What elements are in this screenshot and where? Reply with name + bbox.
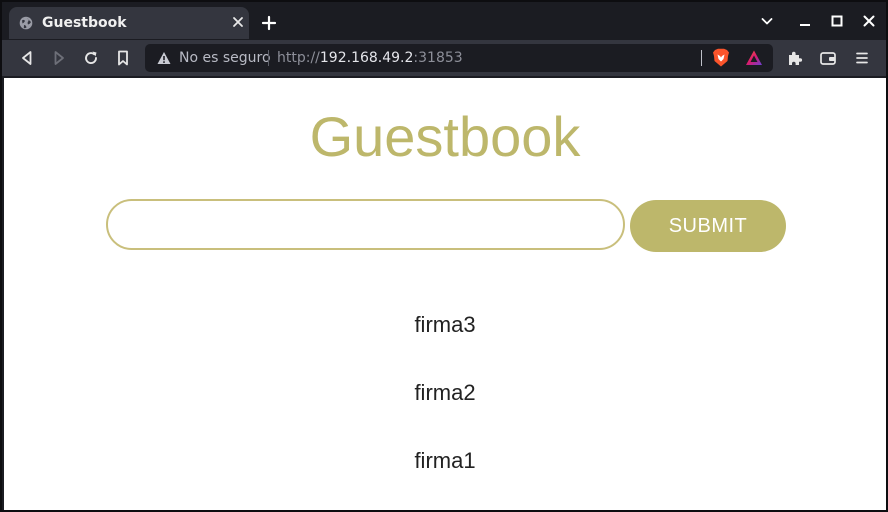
page-title: Guestbook [309, 105, 581, 168]
security-label[interactable]: No es seguro [179, 50, 271, 66]
warning-icon[interactable] [157, 51, 171, 65]
page-content: Guestbook SUBMIT firma3 firma2 firma1 [4, 78, 886, 510]
list-item: firma1 [414, 448, 476, 473]
url-host: 192.168.49.2 [319, 50, 414, 66]
back-icon[interactable] [18, 49, 36, 67]
maximize-icon[interactable] [830, 14, 844, 28]
rewards-triangle-icon[interactable] [745, 49, 763, 67]
plus-icon[interactable] [261, 15, 277, 31]
close-icon[interactable] [231, 15, 245, 29]
list-item: firma3 [414, 312, 476, 337]
hamburger-icon[interactable] [853, 49, 871, 67]
close-window-icon[interactable] [862, 14, 876, 28]
forward-icon[interactable] [50, 49, 68, 67]
address-divider-right [701, 50, 702, 66]
tab-title: Guestbook [42, 15, 127, 31]
list-item: firma2 [414, 380, 476, 405]
url-scheme: http:// [277, 50, 320, 66]
tab-guestbook[interactable]: Guestbook [9, 7, 249, 39]
url-port: :31853 [413, 50, 463, 66]
puzzle-icon[interactable] [786, 49, 804, 67]
brave-lion-icon[interactable] [712, 48, 730, 68]
globe-icon [19, 16, 33, 30]
tab-strip: Guestbook [2, 2, 886, 40]
reload-icon[interactable] [82, 49, 100, 67]
guestbook-entry-input[interactable] [106, 199, 625, 250]
browser-window: Guestbook No es seguro http://192.168.49… [0, 0, 888, 512]
wallet-icon[interactable] [819, 49, 837, 67]
browser-toolbar: No es seguro http://192.168.49.2:31853 [2, 40, 886, 76]
chevron-down-icon[interactable] [760, 14, 774, 28]
submit-button[interactable]: SUBMIT [630, 200, 786, 252]
address-bar[interactable]: No es seguro http://192.168.49.2:31853 [145, 44, 773, 72]
address-divider [268, 50, 269, 66]
bookmark-icon[interactable] [114, 49, 132, 67]
minimize-icon[interactable] [798, 14, 812, 28]
url-text[interactable]: http://192.168.49.2:31853 [277, 50, 463, 66]
entries-list: firma3 firma2 firma1 [4, 310, 886, 510]
